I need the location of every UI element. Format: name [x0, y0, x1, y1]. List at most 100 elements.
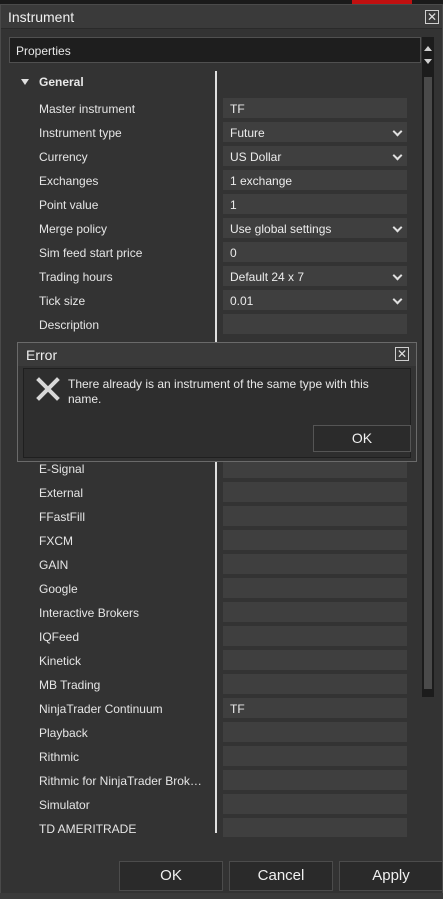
property-row[interactable]: FXCM [9, 529, 421, 553]
property-value-field[interactable] [223, 506, 407, 526]
instrument-window: Instrument ✕ Properties General Master i… [0, 4, 443, 899]
property-value: TF [230, 102, 245, 116]
scroll-up-icon[interactable] [424, 46, 432, 51]
property-value: 0.01 [230, 294, 254, 308]
property-label: TD AMERITRADE [39, 822, 137, 836]
chevron-down-icon[interactable] [392, 150, 403, 161]
property-value-field[interactable] [223, 794, 407, 814]
property-label: Exchanges [39, 174, 99, 188]
property-row[interactable]: Rithmic for NinjaTrader Brok… [9, 769, 421, 793]
chevron-down-icon[interactable] [392, 222, 403, 233]
property-value-field[interactable] [223, 626, 407, 646]
property-label: Merge policy [39, 222, 108, 236]
property-value-field[interactable]: 1 [223, 194, 407, 214]
property-label: External [39, 486, 84, 500]
property-row[interactable]: Rithmic [9, 745, 421, 769]
property-row[interactable]: MB Trading [9, 673, 421, 697]
property-row[interactable]: Description [9, 313, 421, 337]
property-value-field[interactable]: TF [223, 98, 407, 118]
property-row[interactable]: Trading hours Default 24 x 7 [9, 265, 421, 289]
property-value-field[interactable] [223, 770, 407, 790]
category-label: General [39, 75, 84, 89]
property-label: IQFeed [39, 630, 80, 644]
property-value-field[interactable] [223, 674, 407, 694]
property-row[interactable]: Kinetick [9, 649, 421, 673]
property-row[interactable]: TD AMERITRADE [9, 817, 421, 837]
property-row[interactable]: Merge policy Use global settings [9, 217, 421, 241]
error-dialog: Error ✕ There already is an instrument o… [17, 342, 417, 462]
property-value-field[interactable]: 1 exchange [223, 170, 407, 190]
window-title: Instrument [8, 9, 75, 25]
property-row[interactable]: NinjaTrader Continuum TF [9, 697, 421, 721]
property-value-field[interactable] [223, 578, 407, 598]
property-dropdown[interactable]: Future [223, 122, 407, 142]
property-label: Kinetick [39, 654, 82, 668]
property-label: NinjaTrader Continuum [39, 702, 163, 716]
property-row[interactable]: Exchanges 1 exchange [9, 169, 421, 193]
property-dropdown[interactable]: Use global settings [223, 218, 407, 238]
error-message: There already is an instrument of the sa… [68, 377, 369, 406]
property-row[interactable]: Point value 1 [9, 193, 421, 217]
property-row[interactable]: Instrument type Future [9, 121, 421, 145]
cancel-button[interactable]: Cancel [229, 861, 333, 891]
property-row[interactable]: Simulator [9, 793, 421, 817]
property-label: FXCM [39, 534, 73, 548]
property-value-field[interactable]: TF [223, 698, 407, 718]
chevron-down-icon[interactable] [392, 294, 403, 305]
error-close-icon[interactable]: ✕ [395, 347, 409, 361]
property-value-field[interactable] [223, 554, 407, 574]
property-dropdown[interactable]: US Dollar [223, 146, 407, 166]
property-label: Point value [39, 198, 99, 212]
property-label: E-Signal [39, 462, 85, 476]
property-label: MB Trading [39, 678, 101, 692]
property-dropdown[interactable]: 0.01 [223, 290, 407, 310]
property-row[interactable]: Master instrument TF [9, 97, 421, 121]
chevron-down-icon[interactable] [392, 126, 403, 137]
error-x-icon [36, 377, 60, 401]
property-value-field[interactable] [223, 602, 407, 622]
property-row[interactable]: Tick size 0.01 [9, 289, 421, 313]
property-label: Rithmic [39, 750, 80, 764]
property-value-field[interactable] [223, 530, 407, 550]
property-value: TF [230, 702, 245, 716]
property-label: Sim feed start price [39, 246, 143, 260]
scroll-down-icon[interactable] [424, 59, 432, 64]
property-label: Trading hours [39, 270, 113, 284]
property-label: Master instrument [39, 102, 136, 116]
error-ok-button[interactable]: OK [313, 425, 411, 452]
property-row[interactable]: Sim feed start price 0 [9, 241, 421, 265]
close-icon[interactable]: ✕ [425, 10, 439, 24]
property-row[interactable]: External [9, 481, 421, 505]
property-row[interactable]: Currency US Dollar [9, 145, 421, 169]
property-row[interactable]: Playback [9, 721, 421, 745]
chevron-down-icon[interactable] [392, 270, 403, 281]
property-value-field[interactable] [223, 746, 407, 766]
property-value-field[interactable] [223, 722, 407, 742]
property-label: Rithmic for NinjaTrader Brok… [39, 774, 202, 788]
property-row[interactable]: GAIN [9, 553, 421, 577]
scrollbar-thumb[interactable] [424, 77, 432, 689]
property-value-field[interactable] [223, 818, 407, 837]
vertical-scrollbar[interactable] [422, 37, 434, 697]
property-label: Tick size [39, 294, 86, 308]
collapse-triangle-icon[interactable] [21, 79, 29, 85]
properties-header-label: Properties [16, 44, 71, 58]
window-titlebar[interactable]: Instrument ✕ [1, 5, 442, 29]
property-row[interactable]: IQFeed [9, 625, 421, 649]
property-value: Future [230, 126, 265, 140]
property-label: Description [39, 318, 100, 332]
property-value-field[interactable] [223, 314, 407, 334]
property-row[interactable]: Google [9, 577, 421, 601]
apply-button[interactable]: Apply [339, 861, 443, 891]
property-value-field[interactable] [223, 650, 407, 670]
error-dialog-titlebar[interactable]: Error ✕ [18, 343, 416, 366]
property-value-field[interactable] [223, 482, 407, 502]
property-value: 1 exchange [230, 174, 293, 188]
property-dropdown[interactable]: Default 24 x 7 [223, 266, 407, 286]
property-value: 1 [230, 198, 237, 212]
property-row[interactable]: Interactive Brokers [9, 601, 421, 625]
property-row[interactable]: FFastFill [9, 505, 421, 529]
ok-button[interactable]: OK [119, 861, 223, 891]
property-label: GAIN [39, 558, 69, 572]
property-value-field[interactable]: 0 [223, 242, 407, 262]
